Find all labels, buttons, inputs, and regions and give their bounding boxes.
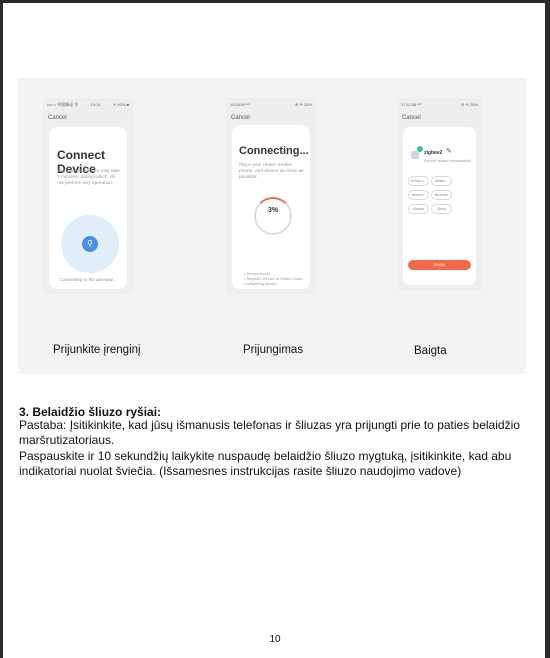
status-right: ⊕ ✈ 28% [461, 102, 478, 107]
success-check-icon [417, 146, 423, 152]
progress-ring [254, 197, 292, 235]
search-icon: ⚲ [82, 236, 98, 252]
connect-card: Connect Device The search process may ta… [49, 127, 127, 289]
room-chip[interactable]: Living ro... [408, 176, 429, 186]
room-chip[interactable]: Second... [408, 190, 429, 200]
room-chip[interactable]: Master... [431, 176, 452, 186]
status-right: ✈ 60% ■ [113, 102, 129, 107]
note-paragraph: Pastaba: Įsitikinkite, kad jūsų išmanusi… [19, 418, 520, 447]
status-left: •••○○ 中国移动 令 [47, 102, 79, 107]
caption-done: Baigta [414, 345, 447, 357]
status-left: 17:11:58 ⁴ᴳ [401, 102, 422, 107]
progress-steps: • Device found • Register Device to Smar… [244, 271, 308, 286]
device-subtitle: Device added successfully [424, 158, 472, 163]
screen-description: The search process may take 2 minutes, d… [57, 169, 120, 186]
screenshots-panel: •••○○ 中国移动 令 19:14 ✈ 60% ■ Cancel Connec… [18, 78, 526, 374]
status-bar: 14:04:59 ⁴ᴳ ⊕ ✈ 28% [230, 102, 312, 110]
screen-description: Place your router, mobile phone, and dev… [239, 163, 304, 180]
screen-title: Connecting... [239, 145, 309, 157]
status-right: ⊕ ✈ 28% [295, 102, 312, 107]
page-border-right [545, 0, 550, 658]
phone-screen-connect-device: •••○○ 中国移动 令 19:14 ✈ 60% ■ Cancel Connec… [43, 98, 133, 294]
phone-screen-connecting: 14:04:59 ⁴ᴳ ⊕ ✈ 28% Cancel Connecting...… [226, 98, 316, 294]
section-title: 3. Belaidžio šliuzo ryšiai: [19, 405, 162, 419]
edit-pencil-icon[interactable]: ✎ [446, 147, 452, 155]
step-item: • Initializing device... [244, 281, 281, 286]
status-left: 14:04:59 ⁴ᴳ [230, 102, 251, 107]
phone-screen-done: 17:11:58 ⁴ᴳ ⊕ ✈ 28% Cancel zigbee2 ✎ Dev… [397, 98, 482, 290]
device-icon [411, 151, 419, 159]
cancel-link[interactable]: Cancel [402, 115, 421, 121]
room-chip[interactable]: Kitchen [408, 204, 429, 214]
page-border-left [0, 0, 3, 658]
caption-connecting: Prijungimas [243, 344, 304, 356]
progress-percent: 3% [267, 207, 279, 214]
page-border-top [0, 0, 550, 3]
result-card: zigbee2 ✎ Device added successfully Livi… [403, 127, 476, 285]
connecting-card: Connecting... Place your router, mobile … [232, 125, 310, 289]
caption-connect-device: Prijunkite įrenginį [53, 344, 141, 356]
room-chips: Living ro... Master... Second... Bedroom… [408, 176, 474, 214]
cancel-link[interactable]: Cancel [48, 115, 67, 121]
status-bar: 17:11:58 ⁴ᴳ ⊕ ✈ 28% [401, 102, 478, 110]
page-number: 10 [269, 634, 281, 645]
device-name: zigbee2 [424, 150, 443, 156]
status-bar: •••○○ 中国移动 令 19:14 ✈ 60% ■ [47, 102, 129, 110]
instruction-paragraph: Paspauskite ir 10 sekundžių laikykite nu… [19, 449, 512, 478]
progress-text: Connecting to the gateway... [59, 277, 117, 282]
status-time: 19:14 [90, 102, 101, 107]
step-label: Initializing device... [246, 281, 281, 286]
room-chip[interactable]: Study [431, 204, 452, 214]
cancel-link[interactable]: Cancel [231, 115, 250, 121]
done-button[interactable]: Done [408, 260, 471, 270]
room-chip[interactable]: Bedroom [431, 190, 452, 200]
